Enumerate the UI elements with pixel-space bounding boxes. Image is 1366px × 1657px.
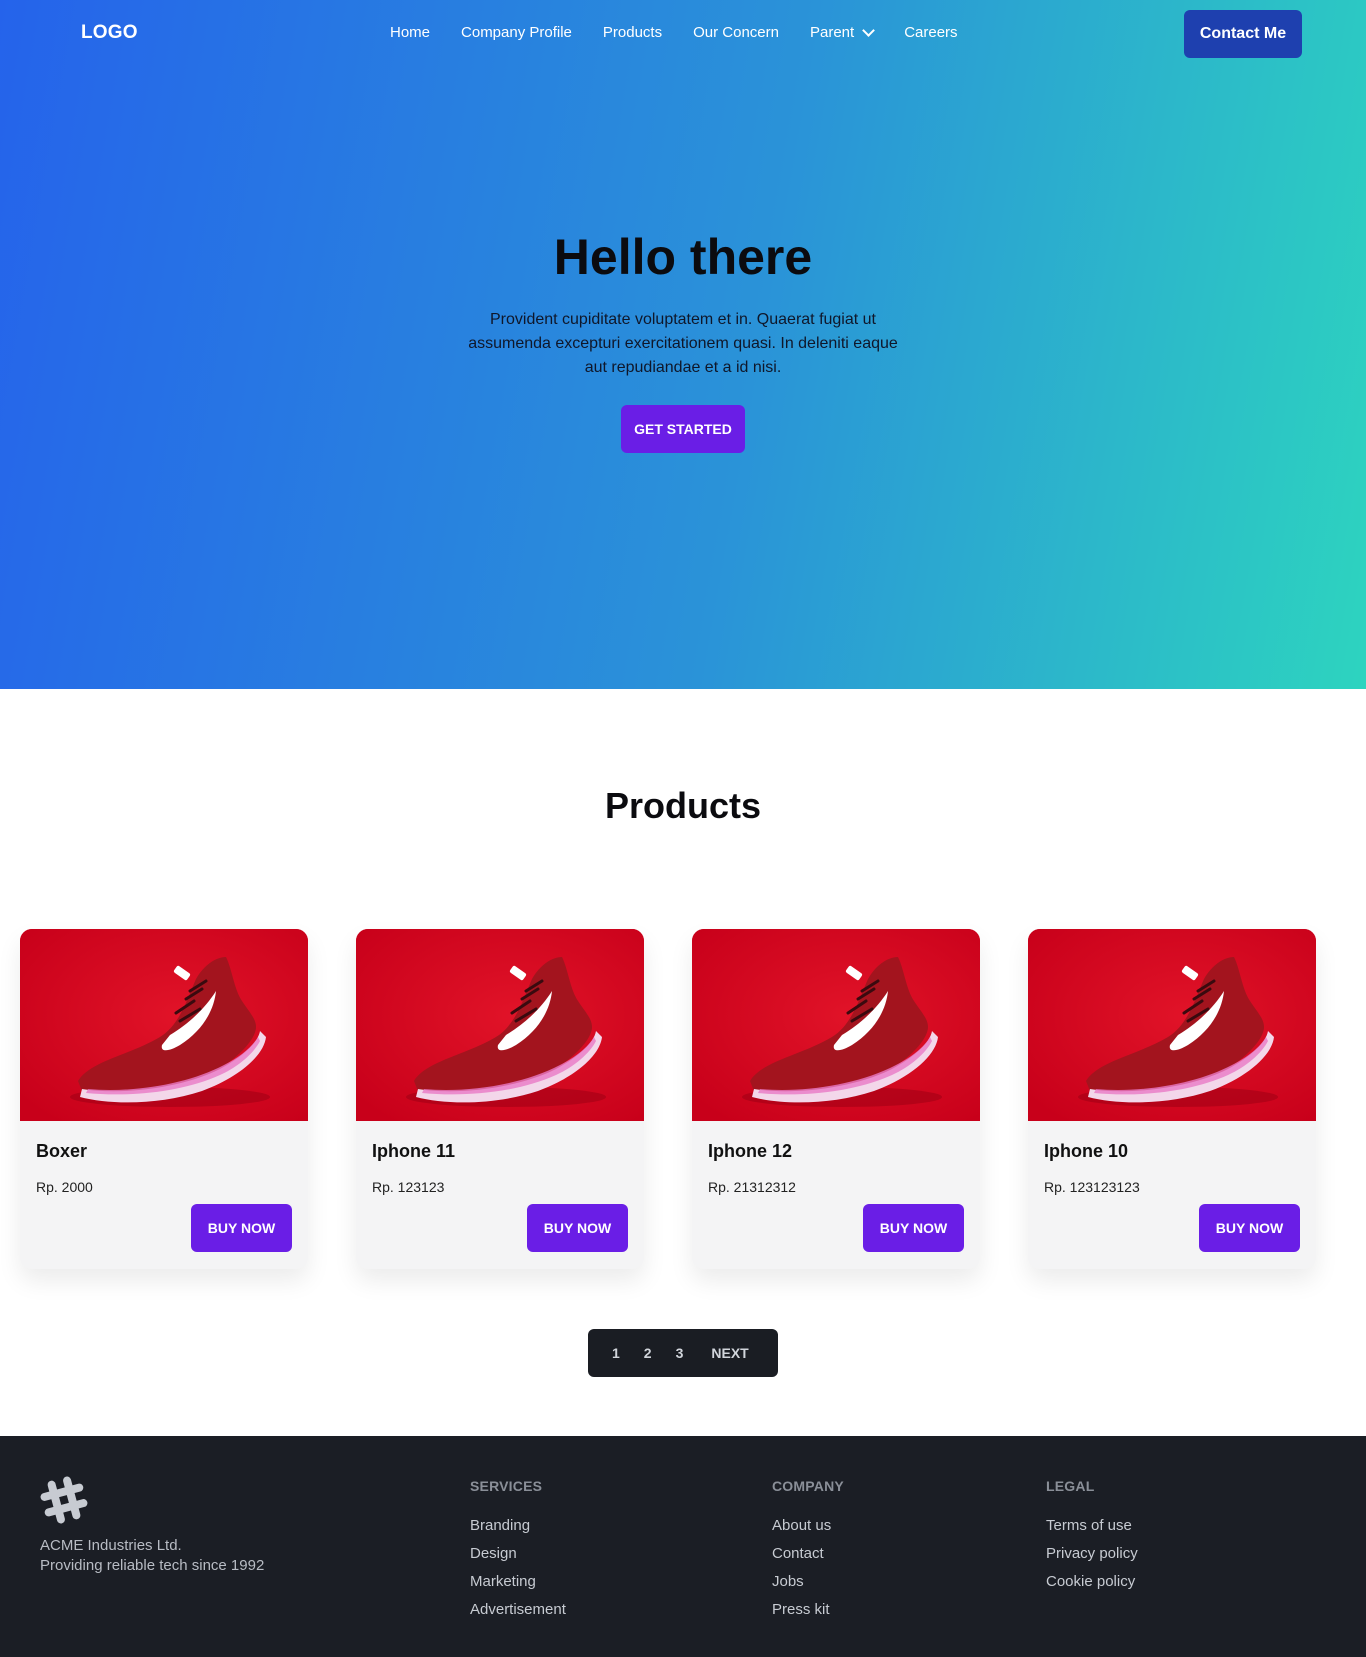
product-name: Iphone 10 <box>1044 1141 1129 1161</box>
navbar: LOGO Home Company Profile Products Our C… <box>0 0 1366 68</box>
product-name: Iphone 12 <box>708 1141 793 1161</box>
footer-legal-column: LEGAL Terms of use Privacy policy Cookie… <box>1046 1478 1138 1596</box>
nav-link-careers[interactable]: Careers <box>904 24 957 41</box>
footer-link-advertisement[interactable]: Advertisement <box>470 1596 566 1624</box>
buy-now-button[interactable]: BUY NOW <box>527 1204 628 1252</box>
footer-legal-heading: LEGAL <box>1046 1478 1095 1494</box>
nav-link-our-concern[interactable]: Our Concern <box>693 24 779 41</box>
next-page-button[interactable]: NEXT <box>695 1345 760 1361</box>
footer-link-press-kit[interactable]: Press kit <box>772 1596 844 1624</box>
nav-links: Home Company Profile Products Our Concer… <box>390 24 958 41</box>
contact-me-button[interactable]: Contact Me <box>1184 10 1302 58</box>
footer-link-about-us[interactable]: About us <box>772 1512 844 1540</box>
footer-services-heading: SERVICES <box>470 1478 543 1494</box>
product-card[interactable]: Iphone 12 Rp. 21312312 BUY NOW <box>692 929 980 1269</box>
footer-link-privacy[interactable]: Privacy policy <box>1046 1540 1138 1568</box>
product-image <box>692 929 980 1121</box>
product-image <box>356 929 644 1121</box>
nav-dropdown-parent[interactable]: Parent <box>809 24 876 41</box>
hero-description: Provident cupiditate voluptatem et in. Q… <box>468 311 898 376</box>
product-name: Iphone 11 <box>372 1141 456 1161</box>
chevron-down-icon <box>862 24 876 37</box>
hero-section: LOGO Home Company Profile Products Our C… <box>0 0 1366 689</box>
footer-company-column: COMPANY About us Contact Jobs Press kit <box>772 1478 844 1624</box>
product-image <box>1028 929 1316 1121</box>
hero-title: Hello there <box>553 229 813 285</box>
product-price: Rp. 2000 <box>36 1179 93 1195</box>
page-3-button[interactable]: 3 <box>664 1345 696 1361</box>
product-list: Boxer Rp. 2000 BUY NOW Iphone 11 Rp. 123… <box>20 929 1316 1269</box>
footer-tagline: Providing reliable tech since 1992 <box>40 1557 265 1574</box>
footer-link-marketing[interactable]: Marketing <box>470 1568 566 1596</box>
logo[interactable]: LOGO <box>81 22 138 44</box>
footer-link-terms[interactable]: Terms of use <box>1046 1512 1138 1540</box>
footer-company-heading: COMPANY <box>772 1478 844 1494</box>
products-heading: Products <box>604 785 762 826</box>
pagination: 1 2 3 NEXT <box>588 1329 778 1377</box>
nav-link-home[interactable]: Home <box>390 24 430 41</box>
buy-now-button[interactable]: BUY NOW <box>191 1204 292 1252</box>
footer-company-name: ACME Industries Ltd. <box>40 1537 182 1554</box>
footer: ACME Industries Ltd. Providing reliable … <box>0 1436 1366 1657</box>
get-started-button[interactable]: GET STARTED <box>621 405 745 453</box>
buy-now-button[interactable]: BUY NOW <box>863 1204 964 1252</box>
product-card[interactable]: Iphone 10 Rp. 123123123 BUY NOW <box>1028 929 1316 1269</box>
footer-services-column: SERVICES Branding Design Marketing Adver… <box>470 1478 566 1624</box>
footer-link-branding[interactable]: Branding <box>470 1512 566 1540</box>
product-card[interactable]: Iphone 11 Rp. 123123 BUY NOW <box>356 929 644 1269</box>
footer-link-jobs[interactable]: Jobs <box>772 1568 844 1596</box>
product-name: Boxer <box>36 1141 88 1161</box>
product-price: Rp. 21312312 <box>708 1179 796 1195</box>
nav-link-products[interactable]: Products <box>603 24 662 41</box>
nav-link-parent-label: Parent <box>809 24 855 41</box>
page-1-button[interactable]: 1 <box>600 1345 632 1361</box>
hashtag-logo-icon <box>38 1474 90 1531</box>
product-price: Rp. 123123123 <box>1044 1179 1140 1195</box>
footer-link-design[interactable]: Design <box>470 1540 566 1568</box>
buy-now-button[interactable]: BUY NOW <box>1199 1204 1300 1252</box>
footer-company-info: ACME Industries Ltd. Providing reliable … <box>40 1536 264 1576</box>
product-image <box>20 929 308 1121</box>
product-price: Rp. 123123 <box>372 1179 445 1195</box>
nav-link-company-profile[interactable]: Company Profile <box>461 24 572 41</box>
product-card[interactable]: Boxer Rp. 2000 BUY NOW <box>20 929 308 1269</box>
footer-link-contact[interactable]: Contact <box>772 1540 844 1568</box>
page-2-button[interactable]: 2 <box>632 1345 664 1361</box>
footer-link-cookie[interactable]: Cookie policy <box>1046 1568 1138 1596</box>
